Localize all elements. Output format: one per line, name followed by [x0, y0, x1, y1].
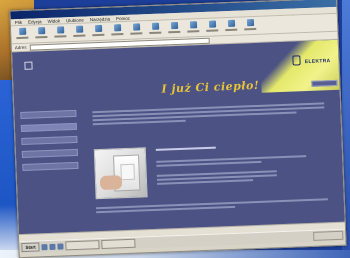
product-photo	[93, 147, 148, 200]
menu-help[interactable]: Pomoc	[116, 15, 130, 21]
address-label: Adres	[14, 44, 27, 51]
site-logo[interactable]	[18, 58, 79, 88]
forward-icon	[37, 27, 45, 35]
taskbar-window-button[interactable]	[65, 240, 100, 251]
page-headline: I już Ci ciepło!	[161, 78, 260, 96]
quicklaunch-ie-icon[interactable]	[41, 243, 48, 250]
taskbar-window-button[interactable]	[101, 238, 136, 250]
system-clock	[313, 230, 344, 241]
brand-name: ELEKTRA	[304, 58, 331, 66]
printer-icon	[189, 21, 197, 29]
nav-item-3[interactable]	[21, 135, 78, 146]
history-icon	[151, 22, 159, 30]
menu-file[interactable]: Plik	[15, 19, 22, 24]
quicklaunch-desktop-icon[interactable]	[49, 243, 56, 250]
footer-paragraph	[95, 198, 328, 215]
banner-button[interactable]	[311, 79, 338, 87]
messenger-button[interactable]	[242, 19, 259, 34]
edit-button[interactable]	[204, 20, 221, 35]
intro-paragraph	[92, 102, 325, 127]
search-icon	[113, 24, 121, 32]
start-button[interactable]: Start	[21, 242, 40, 253]
back-icon	[18, 27, 26, 36]
nav-item-1[interactable]	[20, 109, 77, 120]
header-banner: ELEKTRA	[259, 39, 340, 93]
menu-view[interactable]: Widok	[47, 18, 60, 23]
nav-item-4[interactable]	[21, 148, 78, 159]
search-button[interactable]	[109, 24, 126, 39]
logo-mark-icon	[24, 61, 33, 70]
home-icon	[94, 24, 102, 33]
menu-tools[interactable]: Narzędzia	[90, 16, 110, 22]
quicklaunch-mail-icon[interactable]	[57, 242, 64, 250]
brand-logo-icon	[292, 55, 301, 66]
star-icon	[132, 23, 140, 31]
discuss-button[interactable]	[223, 19, 240, 35]
history-button[interactable]	[147, 22, 164, 38]
refresh-icon	[75, 25, 83, 33]
stop-icon	[56, 26, 64, 34]
web-page: ELEKTRA I już Ci ciepło!	[11, 39, 345, 235]
messenger-icon	[246, 19, 254, 27]
print-button[interactable]	[185, 21, 202, 36]
section-paragraph	[156, 155, 307, 169]
browser-window: Plik Edycja Widok Ulubione Narzędzia Pom…	[9, 0, 347, 258]
hand-image	[99, 175, 123, 191]
forward-button[interactable]	[33, 27, 50, 42]
edit-icon	[208, 20, 216, 28]
mail-icon	[170, 21, 178, 30]
favorites-button[interactable]	[128, 23, 145, 38]
discuss-icon	[227, 19, 235, 28]
stop-button[interactable]	[52, 26, 69, 41]
menu-favorites[interactable]: Ulubione	[66, 17, 84, 23]
site-navigation	[20, 109, 79, 177]
refresh-button[interactable]	[71, 25, 88, 40]
section-heading	[155, 146, 216, 151]
nav-item-5[interactable]	[22, 161, 79, 171]
menu-edit[interactable]: Edycja	[28, 19, 42, 25]
mail-button[interactable]	[166, 21, 183, 37]
back-button[interactable]	[14, 27, 31, 43]
home-button[interactable]	[90, 24, 107, 40]
nav-item-2[interactable]	[20, 122, 77, 133]
section-list	[156, 170, 277, 187]
